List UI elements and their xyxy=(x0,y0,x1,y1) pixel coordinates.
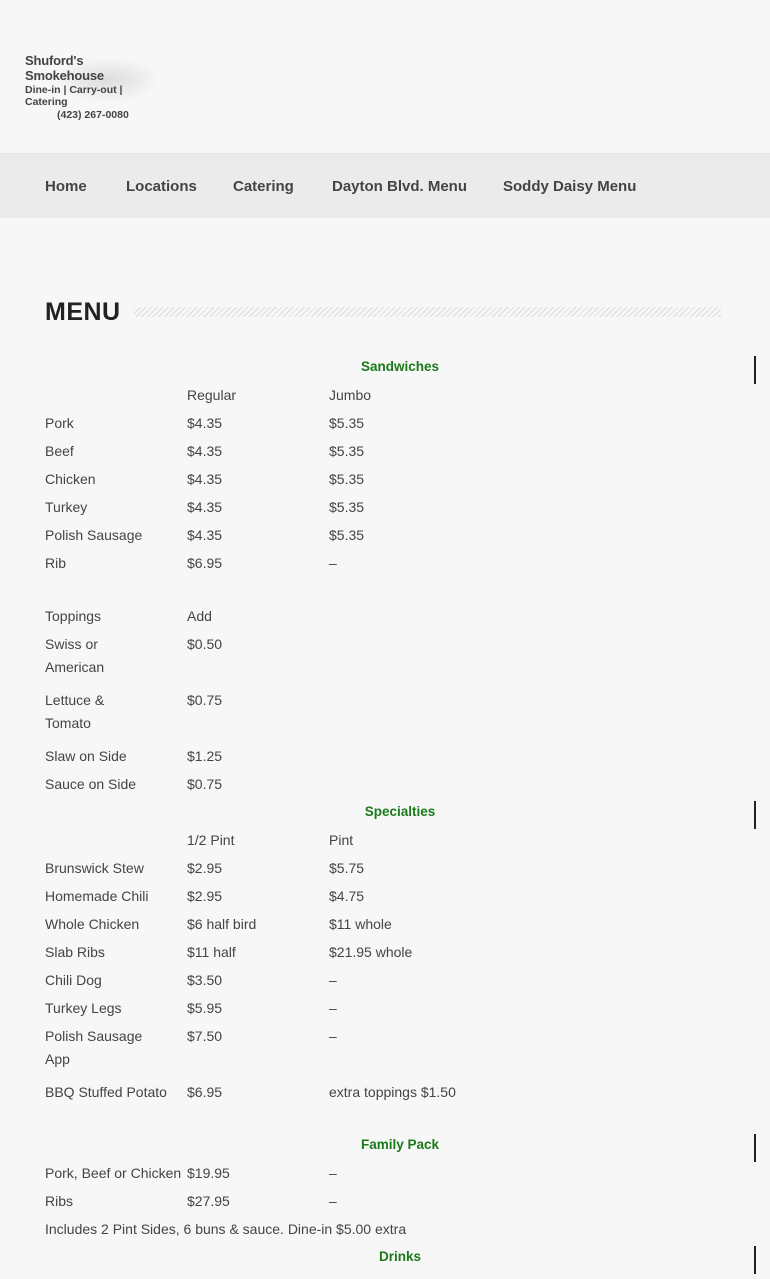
item-price: $19.95 xyxy=(187,1165,230,1181)
family-pack-note: Includes 2 Pint Sides, 6 buns & sauce. D… xyxy=(45,1221,407,1237)
item-price: $4.35 xyxy=(187,415,223,431)
item-name: Polish Sausage xyxy=(45,527,143,543)
item-price: – xyxy=(329,1193,337,1209)
item-price: $0.50 xyxy=(187,636,223,652)
item-price: $5.35 xyxy=(329,499,365,515)
item-price: $2.95 xyxy=(187,888,223,904)
item-name: Chili Dog xyxy=(45,972,102,988)
nav-soddy-daisy-menu[interactable]: Soddy Daisy Menu xyxy=(503,178,636,195)
table-header: Jumbo xyxy=(329,387,372,403)
page-title: MENU xyxy=(45,298,121,326)
item-price: – xyxy=(329,1000,337,1016)
table-header: Pint xyxy=(329,832,354,848)
title-divider xyxy=(134,307,721,317)
item-name: Brunswick Stew xyxy=(45,860,144,876)
item-name: Lettuce & Tomato xyxy=(45,692,105,731)
table-header: Toppings xyxy=(45,608,102,624)
item-price: $5.35 xyxy=(329,443,365,459)
item-name: Slab Ribs xyxy=(45,944,105,960)
item-name: Turkey xyxy=(45,499,88,515)
item-price: $5.75 xyxy=(329,860,365,876)
item-name: Sauce on Side xyxy=(45,776,137,792)
table-scroll-edge xyxy=(754,1246,756,1274)
item-price: $6.95 xyxy=(187,555,223,571)
item-name: Whole Chicken xyxy=(45,916,140,932)
item-price: $5.35 xyxy=(329,415,365,431)
item-price: $1.25 xyxy=(187,748,223,764)
main-nav: Home Locations Catering Dayton Blvd. Men… xyxy=(0,153,770,218)
item-price: $2.95 xyxy=(187,860,223,876)
item-name: Swiss or American xyxy=(45,636,105,675)
item-name: Turkey Legs xyxy=(45,1000,122,1016)
item-price: – xyxy=(329,555,337,571)
item-price: $7.50 xyxy=(187,1028,223,1044)
item-price: $21.95 whole xyxy=(329,944,413,960)
item-price: $6 half bird xyxy=(187,916,257,932)
table-header: Add xyxy=(187,608,212,624)
section-title-drinks: Drinks xyxy=(378,1249,422,1264)
item-name: Pork, Beef or Chicken xyxy=(45,1165,182,1181)
item-price: – xyxy=(329,972,337,988)
logo-services: Dine-in | Carry-out | Catering xyxy=(25,84,123,108)
item-price: $3.50 xyxy=(187,972,223,988)
section-title-specialties: Specialties xyxy=(364,804,436,819)
item-price: $4.35 xyxy=(187,471,223,487)
nav-locations[interactable]: Locations xyxy=(126,178,197,195)
item-name: Rib xyxy=(45,555,67,571)
nav-catering[interactable]: Catering xyxy=(233,178,294,195)
item-name: Chicken xyxy=(45,471,96,487)
item-price: $4.35 xyxy=(187,499,223,515)
item-name: Homemade Chili xyxy=(45,888,149,904)
item-price: $4.35 xyxy=(187,443,223,459)
table-scroll-edge xyxy=(754,801,756,829)
item-name: Ribs xyxy=(45,1193,74,1209)
item-name: Beef xyxy=(45,443,74,459)
item-price: $6.95 xyxy=(187,1084,223,1100)
item-price: $5.35 xyxy=(329,471,365,487)
site-logo[interactable]: Shuford's Smokehouse Dine-in | Carry-out… xyxy=(25,53,165,121)
section-title-sandwiches: Sandwiches xyxy=(360,359,440,374)
logo-phone: (423) 267-0080 xyxy=(57,109,129,121)
item-price: $5.95 xyxy=(187,1000,223,1016)
item-name: BBQ Stuffed Potato xyxy=(45,1084,167,1100)
section-title-family-pack: Family Pack xyxy=(360,1137,440,1152)
item-price: $0.75 xyxy=(187,776,223,792)
logo-name: Shuford's Smokehouse xyxy=(25,53,104,83)
nav-home[interactable]: Home xyxy=(45,178,87,195)
item-price: $5.35 xyxy=(329,527,365,543)
nav-dayton-menu[interactable]: Dayton Blvd. Menu xyxy=(332,178,467,195)
item-price: – xyxy=(329,1165,337,1181)
item-price: extra toppings $1.50 xyxy=(329,1084,456,1100)
item-price: $4.35 xyxy=(187,527,223,543)
item-name: Polish Sausage App xyxy=(45,1028,143,1067)
item-price: – xyxy=(329,1028,337,1044)
item-price: $11 whole xyxy=(329,916,392,932)
table-header: 1/2 Pint xyxy=(187,832,235,848)
table-header: Regular xyxy=(187,387,237,403)
item-price: $11 half xyxy=(187,944,236,960)
item-name: Slaw on Side xyxy=(45,748,127,764)
item-price: $0.75 xyxy=(187,692,223,708)
table-scroll-edge xyxy=(754,356,756,384)
item-price: $4.75 xyxy=(329,888,365,904)
item-price: $27.95 xyxy=(187,1193,230,1209)
table-scroll-edge xyxy=(754,1134,756,1162)
item-name: Pork xyxy=(45,415,74,431)
